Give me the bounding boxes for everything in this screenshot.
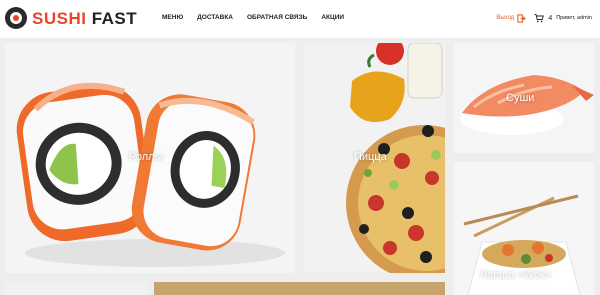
category-tile-sushi[interactable]: Суши (454, 43, 594, 153)
category-tile-pizza[interactable]: Пицца (304, 43, 445, 273)
brand-name: SUSHI FAST (32, 10, 137, 27)
brand-name-part2: FAST (91, 8, 138, 28)
cart-icon[interactable] (534, 13, 545, 23)
user-area: Выход 4 Привет, admin (496, 13, 592, 23)
sushi-logo-icon (5, 7, 27, 29)
top-header: SUSHI FAST МЕНЮ ДОСТАВКА ОБРАТНАЯ СВЯЗЬ … (0, 0, 600, 38)
cart-count: 4 (548, 14, 553, 22)
nav-item-delivery[interactable]: ДОСТАВКА (197, 14, 233, 21)
brand-logo[interactable]: SUSHI FAST (5, 6, 137, 30)
category-tile-wok[interactable]: Лапша «Wok» (454, 162, 594, 295)
user-greeting: Привет, admin (556, 15, 592, 21)
exit-icon[interactable] (517, 13, 527, 23)
category-tile-rolls[interactable]: Роллы (5, 43, 295, 273)
tile-label-wok: Лапша «Wok» (480, 269, 552, 281)
nav-item-menu[interactable]: МЕНЮ (162, 14, 183, 21)
category-tile-partial-middle[interactable] (154, 282, 445, 295)
tile-label-pizza: Пицца (354, 151, 387, 163)
main-nav: МЕНЮ ДОСТАВКА ОБРАТНАЯ СВЯЗЬ АКЦИИ (162, 14, 358, 21)
logout-link[interactable]: Выход (496, 15, 514, 21)
category-tile-partial-left[interactable] (5, 282, 146, 295)
nav-item-promotions[interactable]: АКЦИИ (321, 14, 344, 21)
nav-item-feedback[interactable]: ОБРАТНАЯ СВЯЗЬ (247, 14, 307, 21)
brand-name-part1: SUSHI (32, 8, 87, 28)
tile-label-rolls: Роллы (129, 151, 163, 163)
tile-label-sushi: Суши (506, 92, 535, 104)
